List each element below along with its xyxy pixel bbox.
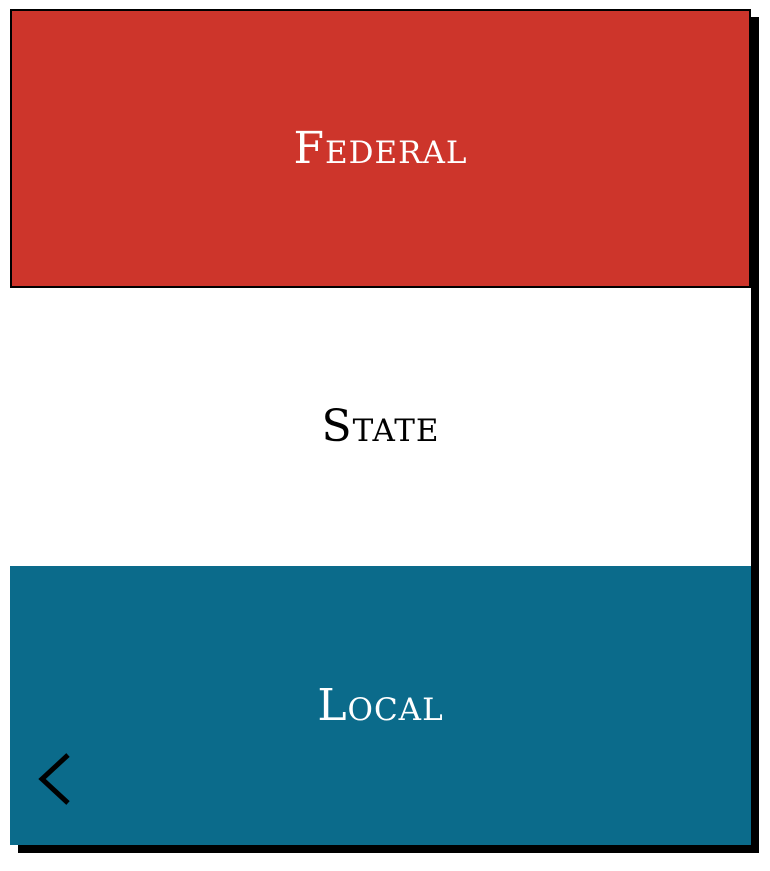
state-option[interactable]: State xyxy=(10,288,751,566)
back-button[interactable] xyxy=(34,747,74,807)
level-selector-card: Federal State Local xyxy=(10,9,751,845)
local-label: Local xyxy=(317,679,444,731)
chevron-left-icon xyxy=(38,753,70,805)
federal-label: Federal xyxy=(293,122,468,174)
state-label: State xyxy=(321,401,440,452)
local-option[interactable]: Local xyxy=(10,566,751,845)
federal-option[interactable]: Federal xyxy=(10,9,751,288)
